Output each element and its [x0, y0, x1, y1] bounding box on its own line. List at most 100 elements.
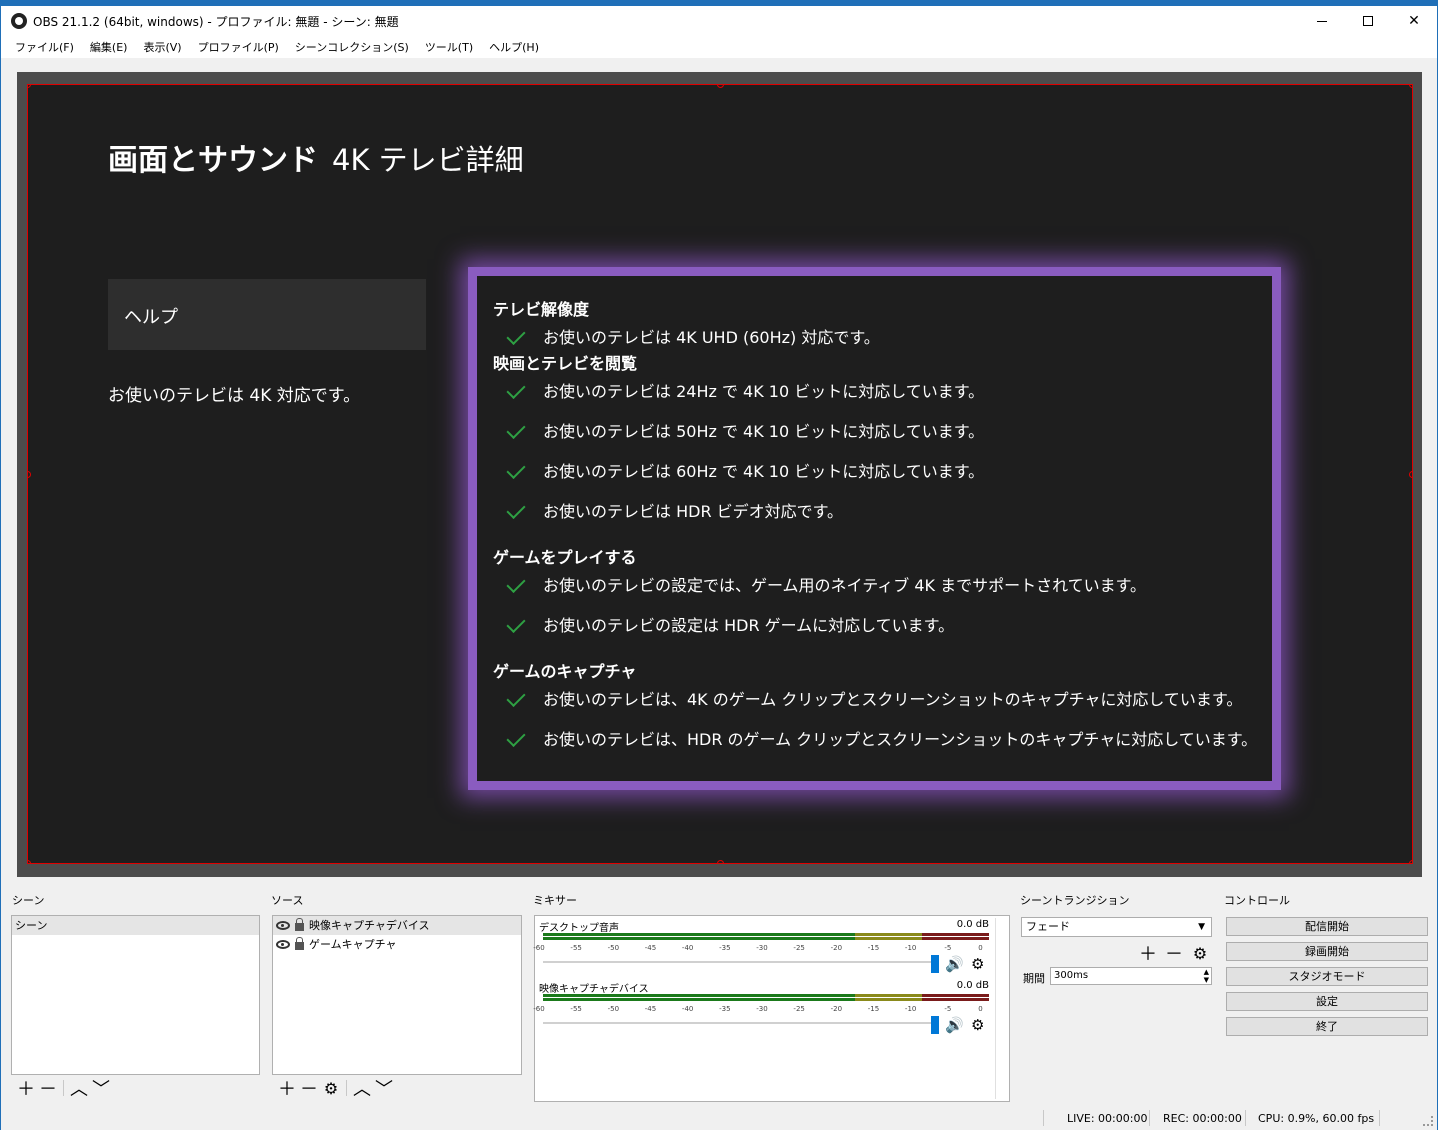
menu-file[interactable]: ファイル(F): [7, 39, 82, 55]
checkmark-icon: [507, 574, 531, 594]
resize-handle[interactable]: [28, 860, 31, 863]
add-source-button[interactable]: ＋: [276, 1077, 298, 1100]
remove-source-button[interactable]: －: [298, 1077, 320, 1100]
resize-handle[interactable]: [28, 85, 31, 88]
remove-scene-button[interactable]: －: [37, 1077, 59, 1100]
tick-label: -20: [830, 944, 843, 952]
transition-toolbar: ＋ － ⚙: [1137, 942, 1211, 966]
sources-list[interactable]: 映像キャプチャデバイス ゲームキャプチャ: [272, 915, 522, 1075]
mixer-panel: デスクトップ音声 0.0 dB -60 -55 -50 -45 -40 -35 …: [533, 915, 1010, 1102]
chevron-down-icon: ▼: [1198, 922, 1205, 932]
menu-bar: ファイル(F) 編集(E) 表示(V) プロファイル(P) シーンコレクション(…: [1, 36, 1437, 58]
resize-grip-icon[interactable]: [1423, 1116, 1433, 1126]
volume-slider-handle[interactable]: [931, 955, 939, 973]
tick-label: -55: [570, 1005, 582, 1013]
move-up-button[interactable]: ︿: [351, 1077, 373, 1100]
menu-help[interactable]: ヘルプ(H): [481, 39, 547, 55]
spinner-icon[interactable]: ▲ ▼: [1204, 968, 1209, 984]
check-row: お使いのテレビは 50Hz で 4K 10 ビットに対応しています。: [493, 410, 1262, 450]
move-down-button[interactable]: ﹀: [373, 1077, 395, 1100]
move-down-button[interactable]: ﹀: [90, 1077, 112, 1100]
studio-mode-button[interactable]: スタジオモード: [1226, 967, 1428, 986]
speaker-icon[interactable]: 🔊: [945, 956, 964, 972]
checkmark-icon: [507, 728, 531, 748]
checkmark-icon: [507, 380, 531, 400]
tick-label: -40: [681, 1005, 694, 1013]
tick-label: -25: [793, 944, 805, 952]
source-item[interactable]: ゲームキャプチャ: [273, 935, 521, 954]
mixer-track: 映像キャプチャデバイス 0.0 dB -60 -55 -50 -45 -40 -…: [533, 980, 993, 1040]
start-streaming-button[interactable]: 配信開始: [1226, 917, 1428, 936]
eye-icon[interactable]: [276, 940, 290, 949]
gear-icon[interactable]: ⚙: [971, 1017, 987, 1033]
speaker-icon[interactable]: 🔊: [945, 1017, 964, 1033]
tick-label: -15: [867, 1005, 880, 1013]
resize-handle[interactable]: [717, 860, 724, 863]
source-item[interactable]: 映像キャプチャデバイス: [273, 916, 521, 935]
check-row: お使いのテレビの設定では、ゲーム用のネイティブ 4K までサポートされています。: [493, 564, 1262, 604]
eye-icon[interactable]: [276, 921, 290, 930]
volume-slider[interactable]: [543, 961, 931, 963]
checkmark-icon: [507, 326, 531, 346]
remove-transition-button[interactable]: －: [1163, 942, 1185, 965]
gear-icon[interactable]: ⚙: [971, 956, 987, 972]
mixer-scrollbar[interactable]: [995, 918, 1007, 1099]
volume-meter: [543, 994, 989, 1004]
menu-edit[interactable]: 編集(E): [82, 39, 136, 55]
lock-icon[interactable]: [295, 918, 304, 931]
volume-slider-handle[interactable]: [931, 1016, 939, 1034]
tick-label: -45: [644, 1005, 657, 1013]
exit-button[interactable]: 終了: [1226, 1017, 1428, 1036]
source-settings-gear-icon[interactable]: ⚙: [320, 1077, 342, 1099]
help-text: お使いのテレビは 4K 対応です。: [108, 386, 361, 406]
duration-input[interactable]: 300ms ▲ ▼: [1050, 967, 1212, 985]
page-title: 画面とサウンド 4K テレビ詳細: [108, 135, 524, 179]
resize-handle[interactable]: [1409, 860, 1412, 863]
check-text: お使いのテレビは 24Hz で 4K 10 ビットに対応しています。: [543, 382, 985, 401]
scenes-toolbar: ＋ － ︿ ﹀: [11, 1075, 260, 1101]
meter-ticks: -60 -55 -50 -45 -40 -35 -30 -25 -20 -15 …: [533, 944, 985, 952]
tick-label: -10: [904, 1005, 917, 1013]
menu-profile[interactable]: プロファイル(P): [190, 39, 287, 55]
start-recording-button[interactable]: 録画開始: [1226, 942, 1428, 961]
volume-slider[interactable]: [543, 1022, 931, 1024]
meter-ticks: -60 -55 -50 -45 -40 -35 -30 -25 -20 -15 …: [533, 1005, 985, 1013]
transition-settings-gear-icon[interactable]: ⚙: [1189, 942, 1211, 964]
menu-tools[interactable]: ツール(T): [417, 39, 481, 55]
tick-label: 0: [978, 944, 983, 952]
tv-details-panel: テレビ解像度 お使いのテレビは 4K UHD (60Hz) 対応です。 映画とテ…: [468, 267, 1281, 790]
sources-dock-title: ソース: [271, 894, 304, 907]
tick-label: -40: [681, 944, 694, 952]
preview-area[interactable]: 画面とサウンド 4K テレビ詳細 ヘルプ お使いのテレビは 4K 対応です。 テレ…: [17, 72, 1422, 877]
check-text: お使いのテレビは、HDR のゲーム クリップとスクリーンショットのキャプチャに対…: [543, 730, 1258, 749]
tick-label: -30: [756, 944, 768, 952]
preview-canvas[interactable]: 画面とサウンド 4K テレビ詳細 ヘルプ お使いのテレビは 4K 対応です。 テレ…: [27, 84, 1413, 864]
menu-scene-collection[interactable]: シーンコレクション(S): [287, 39, 417, 55]
rec-status: REC: 00:00:00: [1163, 1112, 1242, 1125]
toolbar-divider: [63, 1080, 64, 1096]
add-transition-button[interactable]: ＋: [1137, 942, 1159, 965]
settings-button[interactable]: 設定: [1226, 992, 1428, 1011]
move-up-button[interactable]: ︿: [68, 1077, 90, 1100]
list-item[interactable]: シーン: [12, 916, 259, 935]
menu-view[interactable]: 表示(V): [135, 39, 189, 55]
resize-handle[interactable]: [717, 85, 724, 88]
resize-handle[interactable]: [1409, 471, 1412, 478]
resize-handle[interactable]: [1409, 85, 1412, 88]
transition-select[interactable]: フェード ▼: [1021, 917, 1212, 937]
window-controls: ✕: [1299, 6, 1437, 36]
scenes-list[interactable]: シーン: [11, 915, 260, 1075]
source-label: ゲームキャプチャ: [309, 938, 397, 951]
status-divider: [1245, 1110, 1246, 1126]
tick-label: -50: [607, 1005, 620, 1013]
lock-icon[interactable]: [295, 937, 304, 950]
resize-handle[interactable]: [28, 471, 31, 478]
add-scene-button[interactable]: ＋: [15, 1077, 37, 1100]
close-icon: ✕: [1408, 13, 1420, 29]
minimize-button[interactable]: [1299, 6, 1345, 36]
section-heading: ゲームをプレイする: [493, 548, 637, 567]
maximize-button[interactable]: [1345, 6, 1391, 36]
close-button[interactable]: ✕: [1391, 6, 1437, 36]
obs-window: OBS 21.1.2 (64bit, windows) - プロファイル: 無題…: [0, 0, 1438, 1130]
mixer-track-name: 映像キャプチャデバイス: [539, 984, 649, 995]
